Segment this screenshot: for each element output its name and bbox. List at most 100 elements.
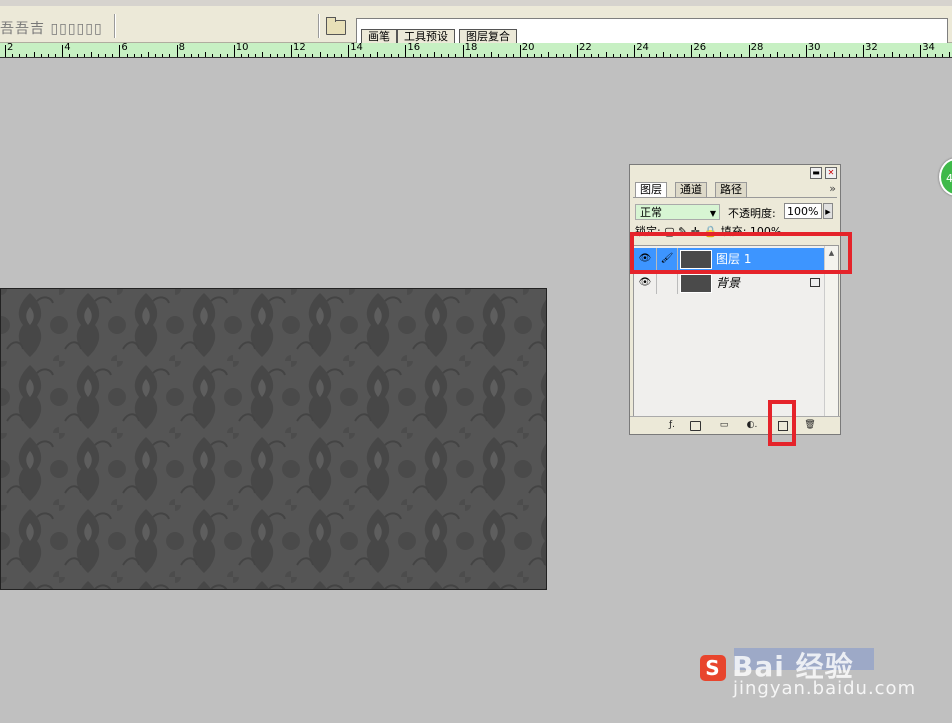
panel-menu-icon[interactable]: » <box>829 182 836 195</box>
ruler-subtick <box>641 54 643 57</box>
ruler-subtick <box>55 54 57 57</box>
ruler-label: 24 <box>636 42 649 53</box>
tab-paths[interactable]: 路径 <box>715 182 747 197</box>
ruler-subtick <box>612 54 614 57</box>
ruler-subtick <box>12 54 14 57</box>
side-badge[interactable]: 4 <box>939 158 952 196</box>
ruler-subtick <box>426 54 428 57</box>
ruler-subtick <box>598 54 600 57</box>
ruler-subtick <box>341 54 343 57</box>
ruler-subtick <box>398 54 400 57</box>
tab-layers[interactable]: 图层 <box>635 182 667 197</box>
ruler-subtick <box>727 54 729 57</box>
folder-icon[interactable]: ▭ <box>718 420 730 431</box>
ruler-tick <box>863 45 864 57</box>
ruler-subtick <box>391 54 393 57</box>
ruler-tick <box>662 52 664 57</box>
ruler-tick <box>748 45 750 57</box>
ruler-tick <box>462 45 464 57</box>
ruler-subtick <box>584 54 586 57</box>
ruler-subtick <box>162 54 164 57</box>
ruler-tick <box>176 45 178 57</box>
ruler-subtick <box>791 54 793 57</box>
ruler-label: 22 <box>579 42 592 53</box>
layer-name: 背景 <box>716 276 741 290</box>
ruler-subtick <box>469 54 471 57</box>
ruler-subtick <box>26 54 28 57</box>
ruler-subtick <box>212 54 214 57</box>
ruler-subtick <box>712 54 714 57</box>
ruler-subtick <box>684 54 686 57</box>
highlight-new-layer-button <box>768 400 796 446</box>
ruler-subtick <box>655 54 657 57</box>
watermark-url: jingyan.baidu.com <box>733 678 917 699</box>
trash-icon[interactable]: 🗑 <box>804 420 816 431</box>
ruler-tick <box>777 52 779 57</box>
ruler-tick <box>577 45 578 57</box>
ruler-label: 32 <box>865 42 878 53</box>
ruler-subtick <box>484 54 486 57</box>
ruler-subtick <box>505 54 507 57</box>
ruler-tick <box>720 52 721 57</box>
ruler-tick <box>405 45 407 57</box>
tab-channels[interactable]: 通道 <box>675 182 707 197</box>
ruler-subtick <box>734 54 736 57</box>
link-cell <box>657 272 678 294</box>
ruler-subtick <box>569 54 571 57</box>
eye-icon[interactable]: 👁 <box>634 272 657 294</box>
options-toolbar: 吾吾吉 ▯▯▯▯▯▯ 画笔 工具预设 图层复合 <box>0 6 952 44</box>
layers-panel: ▬ ✕ 图层 通道 路径 » 正常 ▼ 不透明度: 100% ▶ 锁定: ▢ ✎… <box>629 164 841 435</box>
ruler-label: 12 <box>293 42 306 53</box>
ruler-tick <box>90 52 92 57</box>
ruler-label: 6 <box>121 42 128 53</box>
highlight-selected-layer <box>630 232 852 274</box>
ruler-label: 18 <box>464 42 478 53</box>
ruler-subtick <box>276 54 278 57</box>
ruler-tick <box>519 45 521 57</box>
ruler-tick <box>291 45 292 57</box>
ruler-subtick <box>934 54 936 57</box>
opacity-input[interactable]: 100% <box>784 203 822 219</box>
palette-tab-tool-presets[interactable]: 工具预设 <box>397 29 455 44</box>
ruler-subtick <box>140 54 142 57</box>
ruler-tick <box>62 45 64 57</box>
palette-tab-brushes[interactable]: 画笔 <box>361 29 397 44</box>
adjustment-icon[interactable]: ◐. <box>746 420 758 431</box>
ruler-subtick <box>898 54 900 57</box>
ruler-tick <box>434 52 435 57</box>
layer-row-background[interactable]: 👁 背景 <box>634 272 824 294</box>
ruler-tick <box>148 52 149 57</box>
ruler-subtick <box>905 54 907 57</box>
ruler-tick <box>548 52 550 57</box>
ruler-subtick <box>848 54 850 57</box>
ruler-subtick <box>47 54 49 57</box>
ruler-tick <box>205 52 207 57</box>
ruler-subtick <box>105 54 107 57</box>
ruler-subtick <box>255 54 257 57</box>
ruler-tick <box>634 45 636 57</box>
mask-icon[interactable] <box>690 421 701 431</box>
blend-mode-select[interactable]: 正常 ▼ <box>635 204 720 220</box>
ruler-subtick <box>927 54 929 57</box>
lock-icon <box>810 278 820 287</box>
ruler-subtick <box>169 54 171 57</box>
horizontal-ruler[interactable]: 2 4 6 8 10 12 14 16 18 20 22 24 26 28 30 32 34 <box>0 42 952 58</box>
ruler-subtick <box>669 54 671 57</box>
ruler-subtick <box>770 54 772 57</box>
ruler-subtick <box>69 54 71 57</box>
layers-bottom-bar: ƒ. ▭ ◐. 🗑 <box>630 416 840 434</box>
ruler-subtick <box>698 54 700 57</box>
close-icon[interactable]: ✕ <box>825 167 837 179</box>
layer-style-icon[interactable]: ƒ. <box>666 420 678 431</box>
minimize-icon[interactable]: ▬ <box>810 167 822 179</box>
ruler-subtick <box>619 54 621 57</box>
ruler-tick <box>891 52 893 57</box>
opacity-slider-button[interactable]: ▶ <box>823 203 833 219</box>
ruler-subtick <box>190 54 192 57</box>
ruler-tick <box>948 52 950 57</box>
ruler-subtick <box>269 54 271 57</box>
align-buttons[interactable]: 吾吾吉 ▯▯▯▯▯▯ <box>0 18 103 38</box>
damask-pattern <box>1 289 546 589</box>
file-browser-icon[interactable] <box>326 17 346 35</box>
document-canvas[interactable] <box>0 288 547 590</box>
